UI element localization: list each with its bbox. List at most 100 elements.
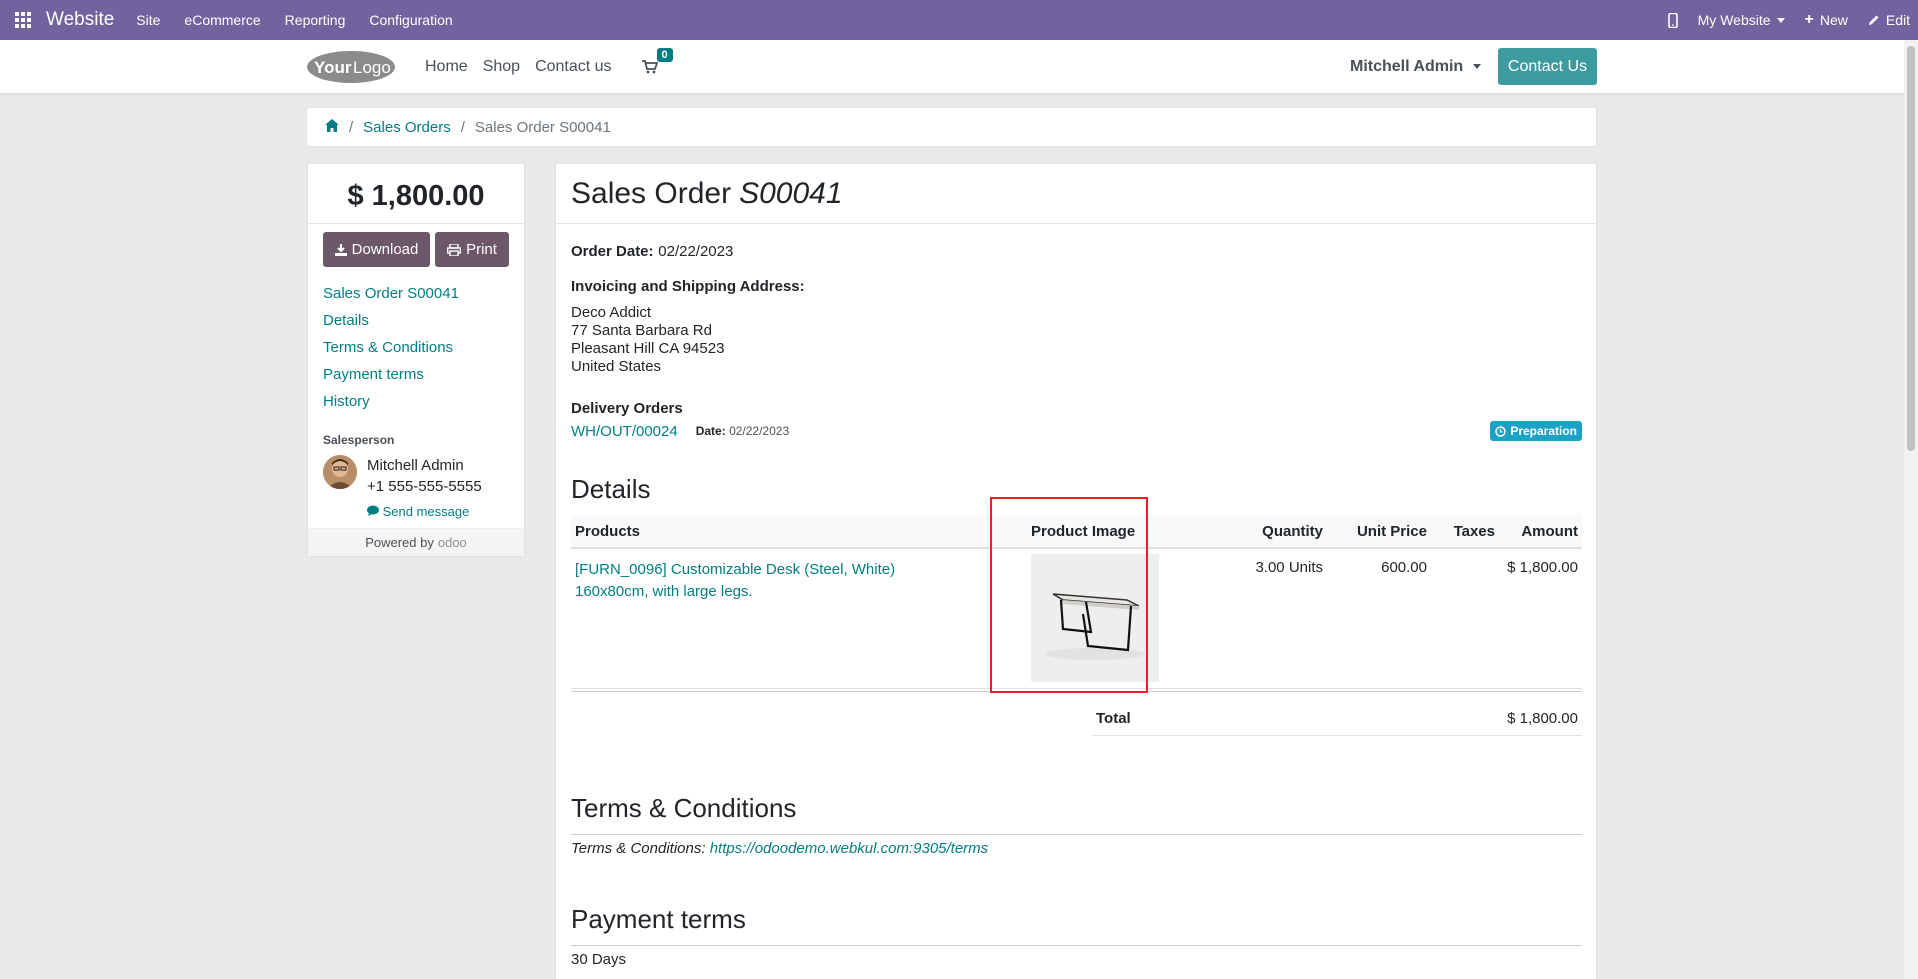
payment-terms-value: 30 Days [571, 951, 627, 968]
line-unit-price: 600.00 [1381, 559, 1427, 576]
chevron-down-icon [1776, 17, 1785, 23]
breadcrumb-sales-orders[interactable]: Sales Orders [363, 119, 451, 136]
website-switcher[interactable]: My Website [1698, 12, 1785, 28]
send-message-label: Send message [382, 504, 470, 519]
new-button[interactable]: + New [1805, 11, 1848, 29]
nav-contact-us[interactable]: Contact us [535, 58, 611, 76]
address-line: 77 Santa Barbara Rd [571, 322, 712, 339]
address-line: Pleasant Hill CA 94523 [571, 340, 725, 357]
user-name: Mitchell Admin [1350, 57, 1464, 75]
site-header: Your Logo Home Shop Contact us 0 Mitchel… [0, 40, 1904, 93]
scrollbar-thumb[interactable] [1907, 46, 1915, 451]
delivery-date: 02/22/2023 [729, 424, 790, 438]
terms-heading: Terms & Conditions [571, 793, 1582, 835]
app-brand[interactable]: Website [46, 9, 114, 31]
admin-bar: Website Site eCommerce Reporting Configu… [0, 0, 1918, 40]
line-quantity: 3.00 Units [1255, 559, 1323, 576]
main-nav: Home Shop Contact us 0 [425, 40, 673, 93]
salesperson-name: Mitchell Admin [367, 457, 464, 474]
svg-text:Logo: Logo [353, 58, 391, 77]
print-label: Print [466, 241, 497, 258]
powered-by-label: Powered by [365, 535, 434, 550]
salesperson-label: Salesperson [323, 433, 395, 447]
cart-count-badge: 0 [656, 47, 673, 62]
breadcrumb-separator: / [349, 118, 354, 136]
breadcrumb-current: Sales Order S00041 [474, 118, 611, 136]
address-block: Deco Addict 77 Santa Barbara Rd Pleasant… [571, 304, 1582, 376]
delivery-order-link[interactable]: WH/OUT/00024 [571, 423, 678, 440]
highlight-box [990, 497, 1148, 693]
menu-ecommerce[interactable]: eCommerce [184, 12, 260, 28]
order-date: 02/22/2023 [658, 243, 734, 260]
nav-shop[interactable]: Shop [483, 58, 520, 76]
page-scrollbar[interactable] [1904, 40, 1918, 979]
clock-icon [1495, 425, 1507, 437]
download-button[interactable]: Download [323, 232, 430, 267]
svg-text:Your: Your [314, 58, 352, 77]
breadcrumb: / Sales Orders / Sales Order S00041 [306, 107, 1597, 147]
odoo-logo[interactable]: odoo [438, 535, 467, 550]
order-number: S00041 [739, 176, 843, 210]
powered-by: Powered by odoo [308, 528, 524, 556]
download-label: Download [351, 241, 419, 258]
col-amount: Amount [1499, 515, 1582, 549]
download-icon [334, 243, 347, 256]
sidebar-link-sales-order[interactable]: Sales Order S00041 [323, 285, 459, 302]
col-quantity: Quantity [1191, 515, 1327, 549]
col-products: Products [571, 515, 1011, 549]
nav-home[interactable]: Home [425, 58, 468, 76]
line-amount: $ 1,800.00 [1507, 559, 1578, 576]
breadcrumb-separator: / [460, 118, 465, 136]
sidebar-link-history[interactable]: History [323, 393, 370, 410]
menu-reporting[interactable]: Reporting [285, 12, 346, 28]
payment-terms-heading: Payment terms [571, 904, 1582, 946]
address-line: Deco Addict [571, 304, 652, 321]
menu-configuration[interactable]: Configuration [369, 12, 452, 28]
comment-icon [367, 505, 379, 516]
total-row: Total $ 1,800.00 [1092, 702, 1582, 736]
line-taxes [1431, 548, 1499, 688]
sidebar-link-payment-terms[interactable]: Payment terms [323, 366, 424, 383]
page-title-prefix: Sales Order [571, 176, 732, 210]
cart-button[interactable]: 0 [641, 47, 673, 74]
total-label: Total [1096, 710, 1131, 727]
delivery-orders-label: Delivery Orders [571, 400, 683, 417]
order-sidebar: $ 1,800.00 Download Print Sales Order S0… [307, 163, 525, 557]
print-button[interactable]: Print [435, 232, 509, 267]
address-label: Invoicing and Shipping Address: [571, 278, 805, 295]
chevron-down-icon [1473, 64, 1482, 69]
website-switcher-label: My Website [1697, 12, 1771, 28]
salesperson-phone: +1 555-555-5555 [367, 478, 482, 495]
order-date-label: Order Date: [571, 243, 654, 260]
edit-label: Edit [1885, 12, 1910, 28]
col-taxes: Taxes [1431, 515, 1499, 549]
site-logo[interactable]: Your Logo [306, 50, 396, 84]
mobile-preview-icon[interactable] [1667, 12, 1678, 28]
new-label: New [1819, 12, 1848, 28]
product-description: 160x80cm, with large legs. [575, 583, 753, 600]
status-badge-label: Preparation [1510, 424, 1577, 438]
delivery-date-label: Date: [695, 424, 726, 438]
product-link[interactable]: [FURN_0096] Customizable Desk (Steel, Wh… [575, 559, 1007, 603]
sidebar-link-details[interactable]: Details [323, 312, 369, 329]
order-amount: $ 1,800.00 [347, 180, 485, 212]
address-line: United States [571, 358, 662, 375]
avatar [323, 455, 357, 489]
page-title: Sales Order S00041 [556, 164, 1596, 224]
col-unit-price: Unit Price [1327, 515, 1431, 549]
terms-url-link[interactable]: https://odoodemo.webkul.com:9305/terms [710, 840, 988, 857]
menu-site[interactable]: Site [136, 12, 160, 28]
home-icon[interactable] [325, 118, 339, 136]
edit-button[interactable]: Edit [1868, 12, 1910, 28]
cart-icon [641, 59, 658, 73]
terms-label: Terms & Conditions: [571, 840, 706, 857]
total-amount: $ 1,800.00 [1507, 710, 1578, 727]
apps-menu-icon[interactable] [0, 0, 46, 40]
status-badge: Preparation [1490, 421, 1582, 441]
send-message-link[interactable]: Send message [367, 501, 482, 522]
contact-us-button[interactable]: Contact Us [1498, 48, 1597, 85]
pencil-icon [1868, 15, 1879, 25]
plus-icon: + [1804, 11, 1814, 28]
user-menu[interactable]: Mitchell Admin [1350, 40, 1482, 93]
sidebar-link-terms[interactable]: Terms & Conditions [323, 339, 453, 356]
